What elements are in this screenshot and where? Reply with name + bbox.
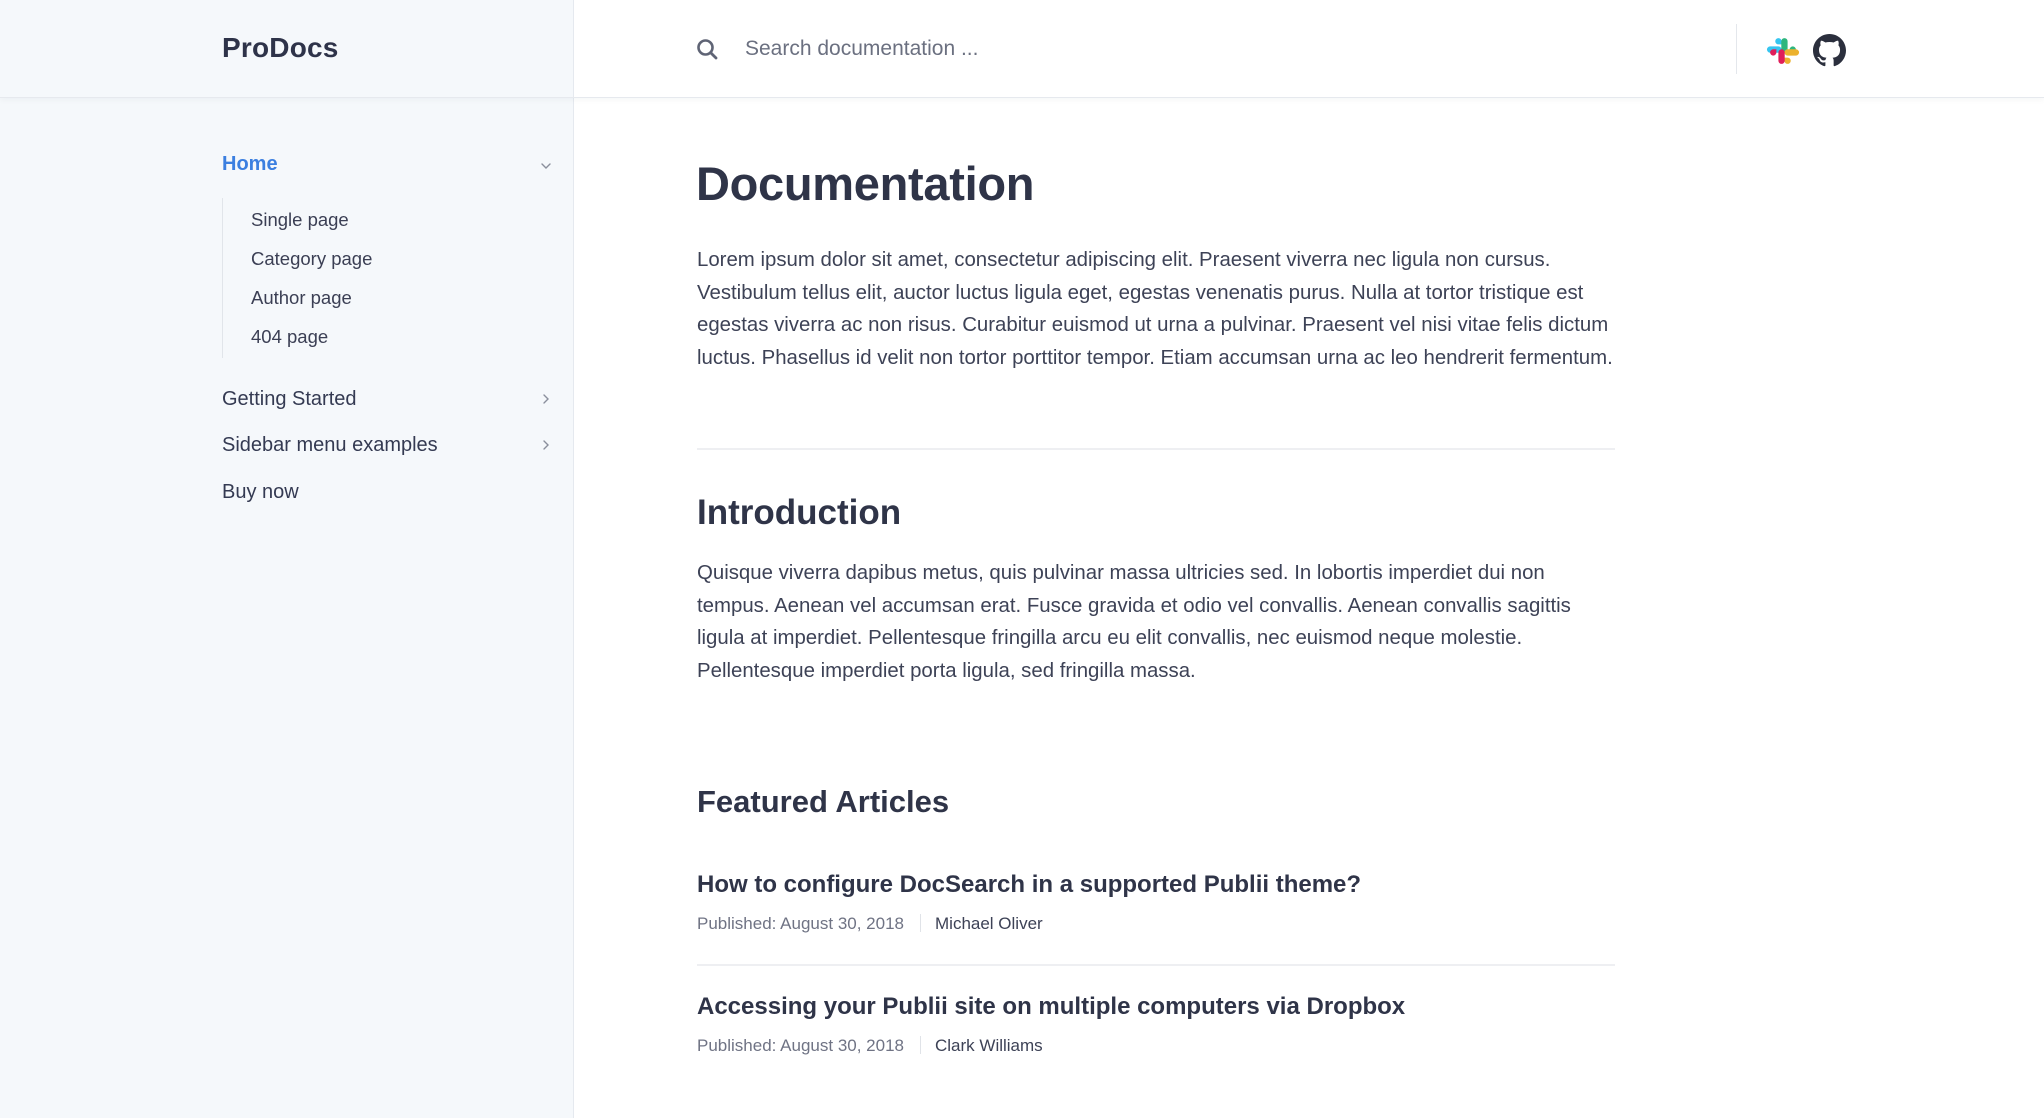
- page-title: Documentation: [696, 157, 1035, 210]
- introduction-paragraph: Quisque viverra dapibus metus, quis pulv…: [697, 562, 1571, 682]
- sidebar-item-label: Getting Started: [222, 388, 357, 410]
- sidebar-subitem-author-page[interactable]: Author page: [251, 284, 352, 312]
- sidebar-item-home[interactable]: Home: [222, 148, 551, 180]
- sidebar-item-label: Sidebar menu examples: [222, 434, 438, 456]
- article-divider: [697, 964, 1615, 966]
- article-published-date: Published: August 30, 2018: [697, 1036, 904, 1055]
- header-divider: [1736, 24, 1737, 74]
- search-icon[interactable]: [696, 38, 718, 60]
- introduction-heading: Introduction: [697, 493, 902, 532]
- intro-paragraph: Lorem ipsum dolor sit amet, consectetur …: [697, 249, 1613, 369]
- featured-articles-heading: Featured Articles: [697, 784, 950, 819]
- sidebar-item-label: Buy now: [222, 481, 299, 503]
- chevron-right-icon[interactable]: [538, 391, 554, 407]
- chevron-right-icon[interactable]: [538, 437, 554, 453]
- sidebar-subitem-category-page[interactable]: Category page: [251, 245, 372, 273]
- article-meta: Published: August 30, 2018 Michael Oliver: [697, 914, 1043, 934]
- article-published-date: Published: August 30, 2018: [697, 914, 904, 933]
- article-author-link[interactable]: Clark Williams: [935, 1036, 1043, 1055]
- article-author-link[interactable]: Michael Oliver: [935, 914, 1043, 933]
- sidebar-item-label: Home: [222, 153, 278, 175]
- sidebar-subnav-home: Single page Category page Author page 40…: [222, 198, 543, 358]
- slack-icon[interactable]: [1766, 34, 1800, 68]
- sidebar: Home Single page Category page Author pa…: [0, 0, 574, 1118]
- meta-separator: [920, 1036, 921, 1054]
- sidebar-item-buy-now[interactable]: Buy now: [222, 476, 542, 508]
- github-icon[interactable]: [1813, 34, 1846, 67]
- article-meta: Published: August 30, 2018 Clark Williams: [697, 1036, 1043, 1056]
- sidebar-subitem-single-page[interactable]: Single page: [251, 206, 349, 234]
- sidebar-item-getting-started[interactable]: Getting Started: [222, 383, 549, 415]
- site-logo[interactable]: ProDocs: [222, 32, 339, 64]
- sidebar-subitem-404-page[interactable]: 404 page: [251, 323, 328, 351]
- search-input[interactable]: [745, 30, 1645, 68]
- sidebar-item-sidebar-menu-examples[interactable]: Sidebar menu examples: [222, 429, 549, 461]
- article-title-link[interactable]: Accessing your Publii site on multiple c…: [697, 993, 1405, 1021]
- chevron-down-icon[interactable]: [538, 158, 554, 174]
- top-header: ProDocs: [0, 0, 2044, 98]
- header-brand-area: ProDocs: [0, 0, 574, 97]
- article-title-link[interactable]: How to configure DocSearch in a supporte…: [697, 871, 1361, 899]
- section-divider: [697, 448, 1615, 450]
- meta-separator: [920, 914, 921, 932]
